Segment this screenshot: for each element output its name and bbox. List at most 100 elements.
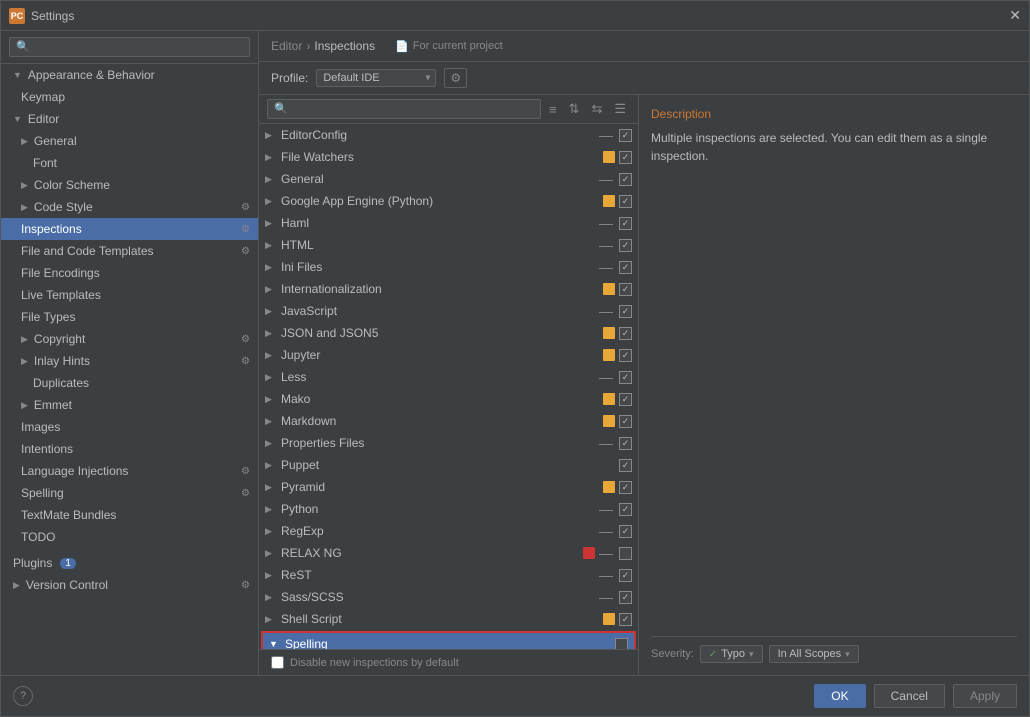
- expand-arrow: ▶: [21, 356, 28, 367]
- ok-button[interactable]: OK: [814, 684, 865, 708]
- sidebar-item-label: TODO: [21, 530, 55, 544]
- inspection-group-markdown[interactable]: ▶ Markdown: [259, 410, 638, 432]
- sidebar-item-color-scheme[interactable]: ▶ Color Scheme: [1, 174, 258, 196]
- group-checkbox[interactable]: [619, 569, 632, 582]
- inspection-group-spelling[interactable]: ▼ Spelling: [263, 633, 634, 649]
- group-checkbox[interactable]: [619, 459, 632, 472]
- group-checkbox[interactable]: [619, 305, 632, 318]
- group-checkbox[interactable]: [619, 503, 632, 516]
- inspection-group-rest[interactable]: ▶ ReST —: [259, 564, 638, 586]
- group-checkbox[interactable]: [615, 638, 628, 650]
- sidebar-item-inspections[interactable]: Inspections ⚙: [1, 218, 258, 240]
- inspection-group-ini-files[interactable]: ▶ Ini Files —: [259, 256, 638, 278]
- inspection-group-puppet[interactable]: ▶ Puppet: [259, 454, 638, 476]
- group-checkbox[interactable]: [619, 195, 632, 208]
- inspection-group-less[interactable]: ▶ Less —: [259, 366, 638, 388]
- inspection-group-general[interactable]: ▶ General —: [259, 168, 638, 190]
- sidebar-item-editor[interactable]: ▼ Editor: [1, 108, 258, 130]
- group-checkbox[interactable]: [619, 283, 632, 296]
- group-checkbox[interactable]: [619, 613, 632, 626]
- inspection-group-mako[interactable]: ▶ Mako: [259, 388, 638, 410]
- sidebar-item-plugins[interactable]: Plugins 1: [1, 552, 258, 574]
- group-checkbox[interactable]: [619, 173, 632, 186]
- sidebar-item-appearance[interactable]: ▼ Appearance & Behavior: [1, 64, 258, 86]
- group-checkbox[interactable]: [619, 261, 632, 274]
- inspection-group-shell-script[interactable]: ▶ Shell Script: [259, 608, 638, 630]
- group-checkbox[interactable]: [619, 239, 632, 252]
- sidebar-item-general[interactable]: ▶ General: [1, 130, 258, 152]
- apply-button[interactable]: Apply: [953, 684, 1017, 708]
- inspection-group-html[interactable]: ▶ HTML —: [259, 234, 638, 256]
- more-options-button[interactable]: ☰: [610, 99, 630, 119]
- inspection-group-regexp[interactable]: ▶ RegExp —: [259, 520, 638, 542]
- sidebar-item-version-control[interactable]: ▶ Version Control ⚙: [1, 574, 258, 596]
- profile-settings-button[interactable]: ⚙: [444, 68, 467, 88]
- sidebar-item-todo[interactable]: TODO: [1, 526, 258, 548]
- profile-bar: Profile: Default IDE ⚙: [259, 62, 1029, 95]
- description-title: Description: [651, 107, 1017, 121]
- severity-color: [603, 481, 615, 493]
- inspection-group-editorconfig[interactable]: ▶ EditorConfig —: [259, 124, 638, 146]
- group-checkbox[interactable]: [619, 481, 632, 494]
- inspection-group-jupyter[interactable]: ▶ Jupyter: [259, 344, 638, 366]
- inspection-group-google-app-engine[interactable]: ▶ Google App Engine (Python): [259, 190, 638, 212]
- group-checkbox[interactable]: [619, 151, 632, 164]
- scope-select-button[interactable]: In All Scopes ▾: [769, 645, 859, 663]
- inspection-group-javascript[interactable]: ▶ JavaScript —: [259, 300, 638, 322]
- sidebar-item-keymap[interactable]: Keymap: [1, 86, 258, 108]
- inspection-group-file-watchers[interactable]: ▶ File Watchers: [259, 146, 638, 168]
- group-checkbox[interactable]: [619, 437, 632, 450]
- inspection-group-haml[interactable]: ▶ Haml —: [259, 212, 638, 234]
- dash-icon: —: [599, 523, 613, 539]
- cancel-button[interactable]: Cancel: [874, 684, 945, 708]
- severity-color: [603, 327, 615, 339]
- sidebar-item-emmet[interactable]: ▶ Emmet: [1, 394, 258, 416]
- group-checkbox[interactable]: [619, 327, 632, 340]
- disable-inspections-label[interactable]: Disable new inspections by default: [290, 657, 459, 669]
- sidebar-item-label: Plugins: [13, 556, 52, 570]
- expand-all-button[interactable]: ⇅: [565, 99, 584, 119]
- inspection-group-properties[interactable]: ▶ Properties Files —: [259, 432, 638, 454]
- group-checkbox[interactable]: [619, 415, 632, 428]
- sidebar-item-code-style[interactable]: ▶ Code Style ⚙: [1, 196, 258, 218]
- inspection-group-json[interactable]: ▶ JSON and JSON5: [259, 322, 638, 344]
- inspection-group-pyramid[interactable]: ▶ Pyramid: [259, 476, 638, 498]
- inspection-group-python[interactable]: ▶ Python —: [259, 498, 638, 520]
- group-checkbox[interactable]: [619, 371, 632, 384]
- sidebar-item-intentions[interactable]: Intentions: [1, 438, 258, 460]
- sidebar-item-copyright[interactable]: ▶ Copyright ⚙: [1, 328, 258, 350]
- sidebar-item-duplicates[interactable]: Duplicates: [1, 372, 258, 394]
- help-button[interactable]: ?: [13, 686, 33, 706]
- sidebar-item-file-encodings[interactable]: File Encodings: [1, 262, 258, 284]
- sidebar-search-input[interactable]: [9, 37, 250, 57]
- group-checkbox[interactable]: [619, 547, 632, 560]
- sidebar-item-file-code-templates[interactable]: File and Code Templates ⚙: [1, 240, 258, 262]
- profile-select[interactable]: Default IDE: [316, 69, 436, 87]
- inspection-group-sass-scss[interactable]: ▶ Sass/SCSS —: [259, 586, 638, 608]
- sidebar-item-inlay-hints[interactable]: ▶ Inlay Hints ⚙: [1, 350, 258, 372]
- inspection-group-relax-ng[interactable]: ▶ RELAX NG —: [259, 542, 638, 564]
- sidebar-item-images[interactable]: Images: [1, 416, 258, 438]
- sidebar-item-language-injections[interactable]: Language Injections ⚙: [1, 460, 258, 482]
- sidebar-item-textmate-bundles[interactable]: TextMate Bundles: [1, 504, 258, 526]
- sidebar-item-file-types[interactable]: File Types: [1, 306, 258, 328]
- sidebar-item-font[interactable]: Font: [1, 152, 258, 174]
- group-checkbox[interactable]: [619, 525, 632, 538]
- close-button[interactable]: ✕: [1009, 7, 1021, 24]
- group-checkbox[interactable]: [619, 393, 632, 406]
- for-project-button[interactable]: 📄 For current project: [395, 40, 503, 53]
- inspection-group-internationalization[interactable]: ▶ Internationalization: [259, 278, 638, 300]
- group-checkbox[interactable]: [619, 217, 632, 230]
- group-checkbox[interactable]: [619, 591, 632, 604]
- group-checkbox[interactable]: [619, 349, 632, 362]
- collapse-all-button[interactable]: ⇆: [587, 99, 606, 119]
- breadcrumb-parent: Editor: [271, 39, 302, 53]
- inspection-search-input[interactable]: [267, 99, 541, 119]
- sidebar-item-live-templates[interactable]: Live Templates: [1, 284, 258, 306]
- filter-button[interactable]: ≡: [545, 100, 561, 119]
- disable-inspections-checkbox[interactable]: [271, 656, 284, 669]
- sidebar-item-spelling[interactable]: Spelling ⚙: [1, 482, 258, 504]
- group-checkbox[interactable]: [619, 129, 632, 142]
- severity-select-button[interactable]: ✓ Typo ▾: [700, 645, 763, 663]
- severity-color: [603, 151, 615, 163]
